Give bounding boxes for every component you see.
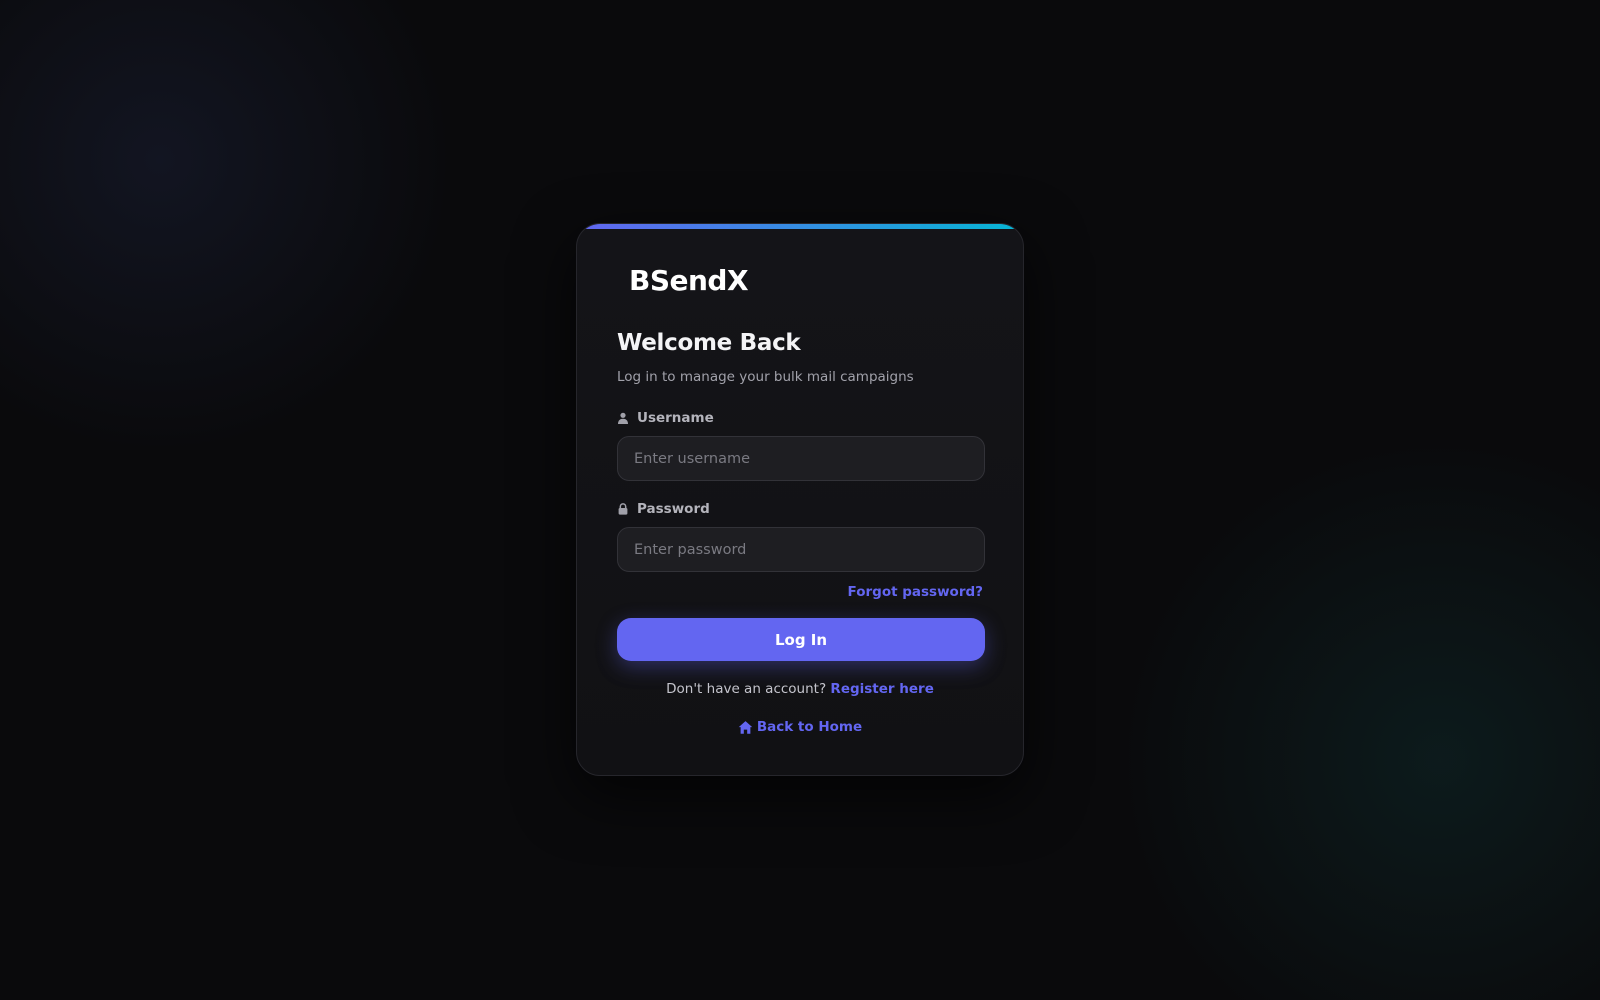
password-input[interactable] [617, 527, 985, 572]
password-label-text: Password [637, 501, 710, 517]
register-prompt: Don't have an account? Register here [577, 681, 1023, 697]
page-subtitle: Log in to manage your bulk mail campaign… [617, 369, 914, 385]
username-input[interactable] [617, 436, 985, 481]
login-button[interactable]: Log In [617, 618, 985, 661]
back-to-home-link[interactable]: Back to Home [738, 719, 862, 735]
forgot-password-link[interactable]: Forgot password? [848, 584, 983, 600]
page-title: Welcome Back [617, 330, 801, 356]
username-label: Username [617, 410, 714, 426]
lock-icon [617, 503, 629, 515]
user-icon [617, 412, 629, 424]
username-label-text: Username [637, 410, 714, 426]
brand-logo[interactable]: BSendX [629, 264, 749, 297]
login-card: BSendX Welcome Back Log in to manage you… [576, 223, 1024, 776]
home-link-row: Back to Home [577, 719, 1023, 739]
card-accent-bar [577, 224, 1023, 229]
password-label: Password [617, 501, 710, 517]
register-prompt-text: Don't have an account? [666, 681, 827, 697]
register-link[interactable]: Register here [830, 681, 933, 697]
back-to-home-label: Back to Home [756, 719, 863, 735]
home-icon [738, 720, 753, 735]
